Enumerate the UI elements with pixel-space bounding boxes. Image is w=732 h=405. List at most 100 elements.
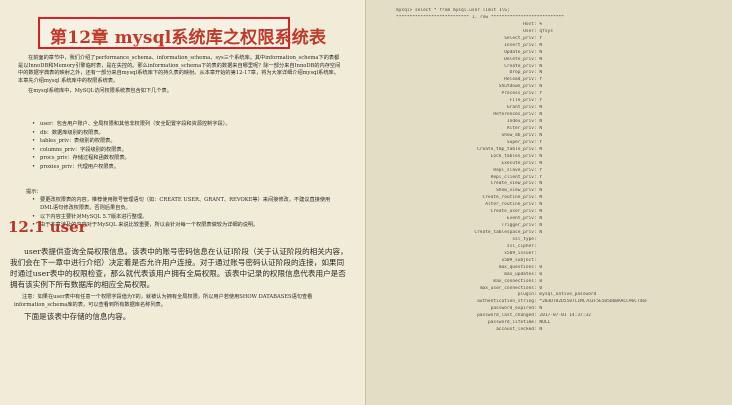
code-row: authentication_string: *2B3D7D2D5587C1MC… (396, 299, 714, 306)
code-field-name: References_priv (493, 112, 534, 118)
code-field-name: File_priv (509, 98, 534, 104)
code-row: Delete_priv: N (396, 57, 714, 64)
code-row: Create_routine_priv: N (396, 195, 714, 202)
code-field-value: qfsys (539, 28, 553, 34)
code-row: Lock_tables_priv: N (396, 154, 714, 161)
code-field-name: Shutdown_priv (498, 84, 534, 90)
code-field-name: User (523, 28, 534, 34)
code-field-value: N (539, 125, 543, 131)
code-field-name: Create_priv (504, 63, 534, 69)
chapter-title-box: 第12章 mysql系统库之权限系统表 (38, 17, 326, 49)
code-field-value: N (539, 63, 543, 69)
code-row: References_priv: N (396, 112, 714, 119)
code-row: password_last_changed: 2017-07-01 14:37:… (396, 313, 714, 320)
code-field-name: ssl_type (512, 236, 534, 242)
code-field-name: Create_user_priv (490, 209, 534, 215)
code-field-value: N (539, 132, 543, 138)
code-block: mysql> select * from mysql.user limit 1\… (396, 8, 714, 334)
code-field-name: password_expired (490, 306, 534, 312)
code-field-value: *2B3D7D2D5587C1MC7D3F5E5D5D6BAACC96C746F (539, 299, 648, 305)
code-field-value: N (539, 188, 543, 194)
code-field-value: Y (539, 139, 543, 145)
code-colon: : (534, 257, 540, 263)
code-field-value: N (539, 327, 543, 333)
code-row: User: qfsys (396, 29, 714, 36)
code-command: mysql> select * from mysql.user limit 1\… (396, 8, 510, 13)
list-item: tables_priv：表级别的权限表。 (18, 137, 343, 146)
code-colon: : (534, 250, 540, 256)
code-row: ssl_type: (396, 237, 714, 244)
code-row: password_expired: N (396, 306, 714, 313)
code-row: Show_view_priv: N (396, 188, 714, 195)
code-field-name: Execute_priv (501, 160, 534, 166)
code-row: max_user_connections: 0 (396, 286, 714, 293)
code-row: Show_db_priv: N (396, 133, 714, 140)
code-row: Trigger_priv: N (396, 223, 714, 230)
code-field-value: N (539, 209, 543, 215)
code-field-name: Grant_priv (506, 105, 534, 111)
code-field-value: Y (539, 174, 543, 180)
code-field-name: Create_routine_priv (482, 195, 534, 201)
code-field-name: account_locked (496, 327, 534, 333)
list-item: procs_priv：存储过程和函数权限表。 (18, 154, 343, 163)
code-row: Create_user_priv: N (396, 209, 714, 216)
section-body: user表提供查询全局权限信息。该表中的账号密码信息在认证I阶段（关于认证阶段的… (10, 246, 348, 292)
code-field-name: Trigger_priv (501, 223, 534, 229)
code-row: Index_priv: N (396, 119, 714, 126)
code-field-value: mysql_native_password (539, 292, 597, 298)
code-row: ssl_cipher: (396, 244, 714, 251)
code-field-name: Repl_client_priv (490, 174, 534, 180)
code-field-value: N (539, 195, 543, 201)
code-field-name: Repl_slave_priv (493, 167, 534, 173)
code-field-name: Event_priv (506, 216, 534, 222)
table-list: user：包含用户账户、全局权限和其他非权限列（安全配置字段和资源控制字段）。 … (18, 120, 343, 172)
code-field-name: Delete_priv (504, 56, 534, 62)
code-row: Alter_priv: N (396, 126, 714, 133)
code-field-name: Process_priv (501, 91, 534, 97)
code-field-value: N (539, 84, 543, 90)
code-row: Host: % (396, 22, 714, 29)
code-field-name: Host (523, 21, 534, 27)
code-field-name: Reload_priv (504, 77, 534, 83)
code-field-value: N (539, 146, 543, 152)
code-row: Update_priv: N (396, 50, 714, 57)
code-row: Super_priv: Y (396, 140, 714, 147)
code-field-value: N (539, 160, 543, 166)
code-field-value: N (539, 153, 543, 159)
code-field-value: 2017-07-01 14:37:32 (539, 313, 591, 319)
code-field-value: 0 (539, 285, 543, 291)
code-field-value: Y (539, 77, 543, 83)
section-note: 注意：如果在user表中有任意一个权限字段值为Y的，就被认为拥有全局权限，所以用… (14, 294, 313, 308)
code-row: Create_tablespace_priv: N (396, 230, 714, 237)
code-field-value: N (539, 56, 543, 62)
code-field-name: Insert_priv (504, 42, 534, 48)
intro-text: 在前面的章节中，我们介绍了performance_schema、informat… (18, 55, 343, 99)
code-field-value: N (539, 112, 543, 118)
code-field-name: Lock_tables_priv (490, 153, 534, 159)
code-field-name: Super_priv (506, 139, 534, 145)
code-row: Repl_client_priv: Y (396, 175, 714, 182)
note-heading: 提示： (26, 189, 42, 195)
code-field-value: N (539, 49, 543, 55)
list-item: columns_priv：字段级别的权限表。 (18, 146, 343, 155)
code-row: max_updates: 0 (396, 272, 714, 279)
code-field-value: 0 (539, 278, 543, 284)
code-row: Create_view_priv: N (396, 181, 714, 188)
right-page: mysql> select * from mysql.user limit 1\… (366, 0, 732, 405)
code-field-value: Y (539, 35, 543, 41)
code-row: Drop_priv: N (396, 70, 714, 77)
section-lead-in: 下面是该表中存储的信息内容。 (24, 312, 131, 321)
code-row: Execute_priv: N (396, 161, 714, 168)
code-row: password_lifetime: NULL (396, 320, 714, 327)
code-field-value: N (539, 223, 543, 229)
code-field-value: N (539, 105, 543, 111)
code-field-name: max_connections (493, 278, 534, 284)
code-field-name: Create_tablespace_priv (474, 230, 534, 235)
code-row: File_priv: Y (396, 98, 714, 105)
code-field-name: Alter_priv (506, 125, 534, 131)
code-field-name: Alter_routine_priv (485, 202, 534, 208)
list-item: db：数据库级别的权限表。 (18, 129, 343, 138)
code-field-value: N (539, 202, 543, 208)
code-field-name: password_lifetime (487, 320, 534, 326)
code-field-value: N (539, 119, 543, 124)
